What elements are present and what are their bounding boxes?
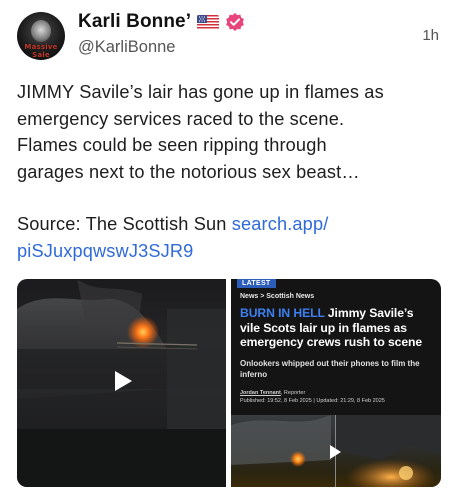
post-text-line: Flames could be seen ripping through xyxy=(17,135,327,155)
article-headline: BURN IN HELL Jimmy Savile’s vile Scots l… xyxy=(240,306,436,350)
author-name-row: Karli Bonne’ xyxy=(78,10,245,34)
article-breadcrumb: News > Scottish News xyxy=(240,293,315,300)
verified-badge-icon xyxy=(226,13,245,31)
source-line: Source: The Scottish Sun search.app/ xyxy=(17,211,442,238)
avatar-logo-text: Massive Sale xyxy=(24,43,58,59)
source-link[interactable]: search.app/ xyxy=(232,214,329,234)
video-thumbnail[interactable] xyxy=(17,279,226,487)
post-text: JIMMY Savile’s lair has gone up in flame… xyxy=(17,79,442,264)
source-link-continued[interactable]: piSJuxpqwswJ3SJR9 xyxy=(17,241,193,261)
author-handle[interactable]: @KarliBonne xyxy=(78,38,175,57)
avatar-portrait xyxy=(31,20,51,42)
article-preview-card[interactable]: LATEST News > Scottish News BURN IN HELL… xyxy=(231,279,441,487)
article-published: Published: 19:52, 8 Feb 2025 | Updated: … xyxy=(240,397,385,404)
article-video-thumbnail[interactable] xyxy=(231,415,441,487)
latest-tag: LATEST xyxy=(237,279,276,288)
article-byline: Jordan Tennant, Reporter Published: 19:5… xyxy=(240,390,385,405)
post-text-line: JIMMY Savile’s lair has gone up in flame… xyxy=(17,82,384,102)
author-display-name[interactable]: Karli Bonne’ xyxy=(78,11,191,33)
source-label: Source: The Scottish Sun xyxy=(17,214,232,234)
avatar[interactable]: Massive Sale xyxy=(17,12,65,60)
social-post: Massive Sale Karli Bonne’ @KarliBonne 1h… xyxy=(0,0,459,500)
article-standfirst: Onlookers whipped out their phones to fi… xyxy=(240,359,420,379)
post-text-line: emergency services raced to the scene. xyxy=(17,108,345,129)
article-author[interactable]: Jordan Tennant xyxy=(240,390,281,396)
play-icon[interactable] xyxy=(330,445,341,459)
headline-highlight: BURN IN HELL xyxy=(240,306,325,320)
post-text-line: garages next to the notorious sex beast… xyxy=(17,161,360,182)
us-flag-icon xyxy=(197,14,220,30)
post-timestamp[interactable]: 1h xyxy=(422,27,439,44)
play-icon[interactable] xyxy=(115,371,132,391)
article-author-role: , Reporter xyxy=(280,390,306,396)
